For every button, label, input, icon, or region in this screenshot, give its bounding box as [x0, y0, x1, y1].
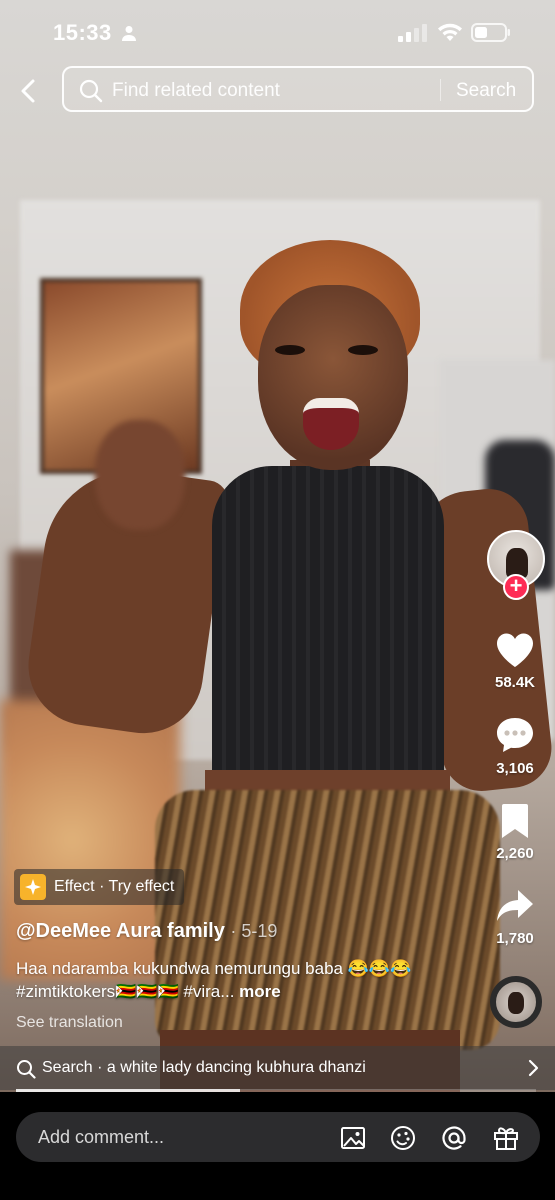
heart-icon [497, 633, 533, 667]
author-line[interactable]: @DeeMee Aura family · 5-19 [16, 920, 277, 943]
bottom-comment-bar: Add comment... [0, 1092, 555, 1200]
like-count: 58.4K [494, 674, 536, 691]
comment-count: 3,106 [496, 760, 534, 777]
search-field[interactable]: Find related content Search [62, 66, 534, 112]
like-button[interactable]: 58.4K [480, 632, 550, 691]
image-icon[interactable] [339, 1124, 367, 1152]
wifi-icon [438, 23, 462, 41]
share-arrow-icon [497, 890, 533, 921]
back-arrow-icon[interactable] [16, 76, 42, 106]
see-translation-link[interactable]: See translation [16, 1014, 123, 1032]
search-suggestion-bar[interactable]: Search · a white lady dancing kubhura dh… [0, 1046, 555, 1090]
comment-input[interactable]: Add comment... [16, 1112, 540, 1162]
bookmark-icon [502, 804, 528, 838]
battery-icon [471, 23, 510, 42]
more-link[interactable]: more [239, 982, 281, 1001]
post-date: · 5-19 [230, 921, 278, 941]
search-icon [17, 1060, 36, 1079]
chevron-right-icon [528, 1059, 539, 1077]
post-caption[interactable]: Haa ndaramba kukundwa nemurungu baba 😂😂😂… [16, 957, 436, 1003]
search-button[interactable]: Search [456, 80, 516, 102]
top-bar: Find related content Search [0, 66, 555, 114]
search-placeholder: Find related content [112, 80, 280, 101]
effect-label: Effect · Try effect [54, 878, 175, 895]
search-divider [440, 79, 441, 101]
cellular-signal-icon [398, 24, 427, 42]
mention-icon[interactable] [440, 1124, 468, 1152]
comment-placeholder: Add comment... [38, 1127, 165, 1147]
status-bar: 15:33 [0, 0, 555, 60]
person-icon [122, 26, 136, 41]
caption-text: Haa ndaramba kukundwa nemurungu baba 😂😂😂… [16, 959, 412, 1001]
author-name[interactable]: @DeeMee Aura family [16, 920, 225, 942]
emoji-icon[interactable] [389, 1124, 417, 1152]
share-count: 1,780 [496, 930, 534, 947]
save-count: 2,260 [496, 845, 534, 862]
save-button[interactable]: 2,260 [480, 803, 550, 862]
effect-chip[interactable]: Effect · Try effect [14, 869, 185, 905]
status-time: 15:33 [53, 20, 112, 45]
share-button[interactable]: 1,780 [480, 888, 550, 947]
search-icon [79, 79, 103, 103]
suggestion-text: Search · a white lady dancing kubhura dh… [42, 1059, 366, 1076]
follow-plus-icon[interactable]: + [503, 574, 529, 600]
gift-icon[interactable] [492, 1124, 520, 1152]
comment-button[interactable]: 3,106 [480, 716, 550, 777]
effect-sparkle-icon [20, 874, 46, 900]
music-disc[interactable] [490, 976, 542, 1028]
comment-bubble-icon [497, 718, 533, 752]
